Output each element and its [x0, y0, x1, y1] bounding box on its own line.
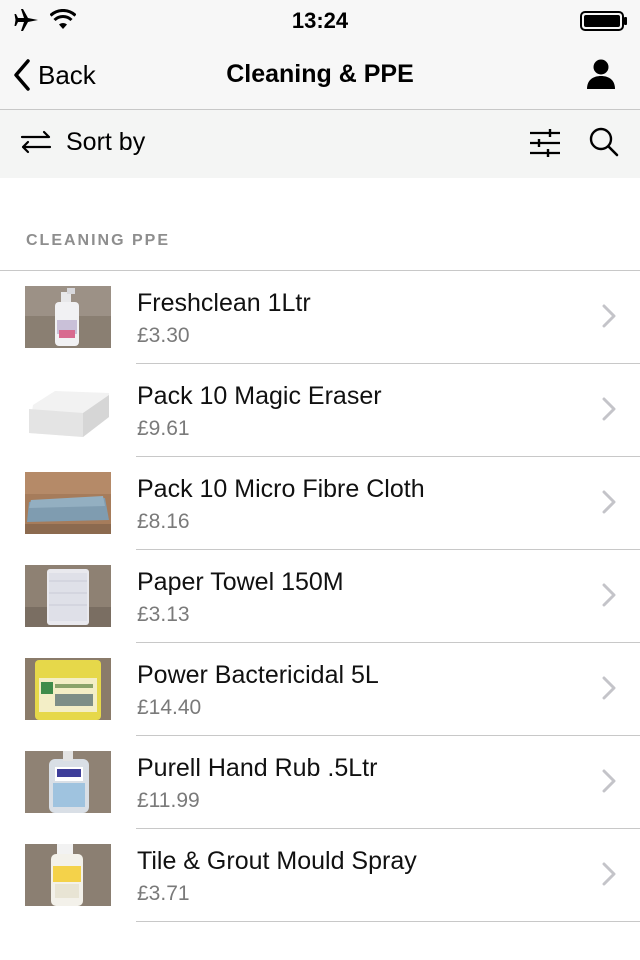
chevron-left-icon [14, 59, 30, 91]
status-bar: 13:24 [0, 0, 640, 40]
product-price: £3.13 [137, 603, 190, 626]
product-image [25, 751, 111, 813]
back-label: Back [38, 59, 96, 90]
sort-button[interactable]: Sort by [18, 127, 145, 157]
page-title: Cleaning & PPE [226, 60, 414, 88]
chevron-right-icon [602, 862, 616, 886]
product-image [25, 844, 111, 906]
product-name: Pack 10 Micro Fibre Cloth [137, 475, 425, 503]
product-name: Paper Towel 150M [137, 568, 344, 596]
chevron-right-icon [602, 490, 616, 514]
chevron-right-icon [602, 397, 616, 421]
filter-button[interactable] [528, 128, 562, 163]
toolbar: Sort by [0, 110, 640, 178]
status-time: 13:24 [291, 8, 349, 33]
sort-arrows-icon [20, 130, 52, 154]
product-name: Pack 10 Magic Eraser [137, 382, 382, 410]
back-button[interactable]: Back [12, 58, 96, 92]
product-price: £9.61 [137, 417, 190, 440]
chevron-right-icon [602, 769, 616, 793]
search-button[interactable] [588, 126, 620, 163]
product-name: Freshclean 1Ltr [137, 289, 311, 317]
product-price: £3.30 [137, 324, 190, 347]
list-item[interactable]: Freshclean 1Ltr £3.30 [0, 271, 640, 364]
product-name: Purell Hand Rub .5Ltr [137, 754, 378, 782]
product-image [25, 379, 111, 441]
person-icon [587, 59, 615, 89]
product-price: £8.16 [137, 510, 190, 533]
product-name: Tile & Grout Mould Spray [137, 847, 417, 875]
sort-label: Sort by [66, 127, 146, 156]
divider [136, 921, 640, 922]
product-image [25, 565, 111, 627]
list-item[interactable]: Pack 10 Micro Fibre Cloth £8.16 [0, 457, 640, 550]
product-price: £14.40 [137, 696, 202, 719]
product-image [25, 472, 111, 534]
list-item[interactable]: Purell Hand Rub .5Ltr £11.99 [0, 736, 640, 829]
product-image [25, 658, 111, 720]
list-item[interactable]: Power Bactericidal 5L £14.40 [0, 643, 640, 736]
product-price: £11.99 [137, 789, 200, 812]
product-image [25, 286, 111, 348]
list-item[interactable]: Paper Towel 150M £3.13 [0, 550, 640, 643]
chevron-right-icon [602, 304, 616, 328]
profile-button[interactable] [586, 58, 616, 95]
chevron-right-icon [602, 583, 616, 607]
search-icon [589, 127, 619, 157]
product-name: Power Bactericidal 5L [137, 661, 379, 689]
chevron-right-icon [602, 676, 616, 700]
battery-icon [580, 11, 627, 31]
section-header: CLEANING PPE [26, 232, 171, 249]
list-item[interactable]: Pack 10 Magic Eraser £9.61 [0, 364, 640, 457]
list-item[interactable]: Tile & Grout Mould Spray £3.71 [0, 829, 640, 922]
product-list: Freshclean 1Ltr £3.30 Pack 10 Magic Eras… [0, 271, 640, 922]
nav-bar: Back Cleaning & PPE [0, 40, 640, 110]
filter-sliders-icon [530, 129, 560, 157]
product-price: £3.71 [137, 882, 190, 905]
